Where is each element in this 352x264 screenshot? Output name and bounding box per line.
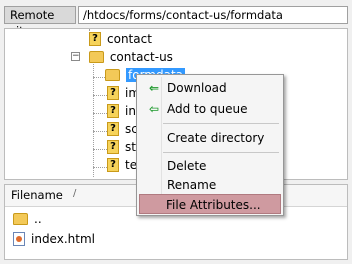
folder-icon — [88, 50, 104, 63]
tree-guide-line — [93, 167, 107, 168]
question-icon: ? — [107, 121, 119, 136]
menu-item-label: File Attributes... — [166, 198, 261, 212]
tree-guide-line — [93, 149, 107, 150]
context-menu: ⇐ Download ⇦ Add to queue Create directo… — [136, 74, 284, 216]
remote-site-path-input[interactable]: /htdocs/forms/contact-us/formdata — [78, 6, 348, 24]
menu-separator — [163, 152, 279, 153]
menu-item-label: Delete — [167, 159, 207, 173]
sort-indicator-icon: / — [73, 188, 77, 199]
tree-item-contact-us[interactable]: − contact-us — [71, 47, 173, 65]
menu-item-download[interactable]: ⇐ Download — [139, 78, 281, 98]
menu-item-label: Create directory — [167, 131, 265, 145]
tree-item-sc[interactable]: ? sc — [107, 119, 138, 137]
html-file-icon — [13, 231, 25, 246]
menu-item-rename[interactable]: Rename — [139, 175, 281, 195]
folder-icon — [105, 68, 120, 81]
collapse-toggle-icon[interactable]: − — [71, 52, 80, 61]
menu-item-delete[interactable]: Delete — [139, 156, 281, 176]
download-arrow-icon: ⇐ — [148, 81, 160, 95]
tree-guide-line — [93, 95, 107, 96]
menu-separator — [163, 123, 279, 124]
file-row-parent[interactable]: .. — [13, 209, 42, 227]
remote-site-label: Remote site: — [4, 6, 76, 38]
tree-guide-line — [93, 131, 107, 132]
question-icon: ? — [107, 157, 119, 172]
tree-item-contact[interactable]: ? contact — [89, 29, 152, 47]
tree-item-label: contact — [107, 31, 152, 46]
add-to-queue-icon: ⇦ — [148, 102, 160, 116]
menu-item-label: Add to queue — [167, 102, 248, 116]
filename-column-header[interactable]: Filename — [11, 188, 63, 202]
menu-item-create-directory[interactable]: Create directory — [139, 128, 281, 148]
question-icon: ? — [89, 31, 101, 46]
tree-item-label: contact-us — [109, 49, 173, 64]
question-icon: ? — [107, 139, 119, 154]
menu-item-add-to-queue[interactable]: ⇦ Add to queue — [139, 99, 281, 119]
question-icon: ? — [107, 103, 119, 118]
folder-icon — [13, 212, 28, 225]
file-name: index.html — [31, 231, 95, 246]
menu-item-file-attributes[interactable]: File Attributes... — [139, 194, 281, 214]
menu-item-label: Rename — [167, 178, 217, 192]
file-row-index-html[interactable]: index.html — [13, 229, 95, 247]
file-name: .. — [34, 211, 42, 226]
question-icon: ? — [107, 85, 119, 100]
tree-guide-line — [93, 113, 107, 114]
menu-item-label: Download — [167, 81, 227, 95]
